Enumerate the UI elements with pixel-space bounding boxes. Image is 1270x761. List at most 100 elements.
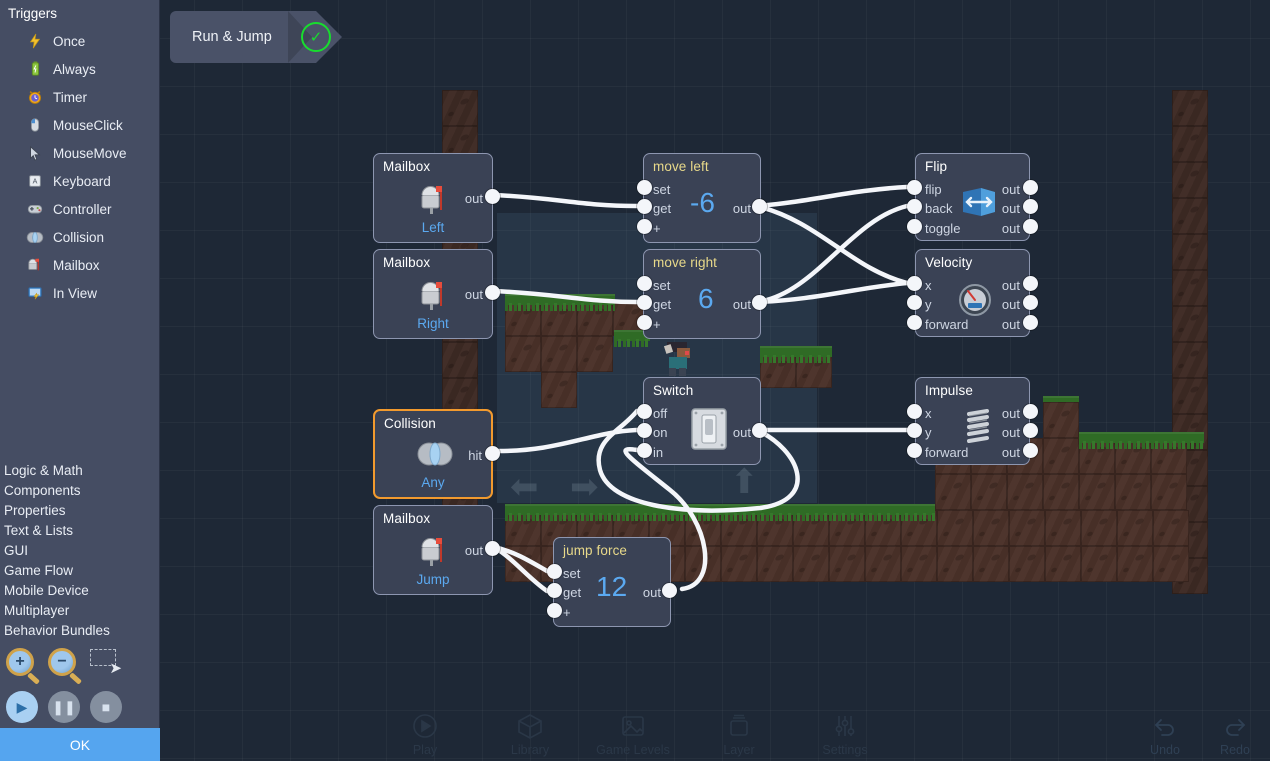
sidebar-category-game-flow[interactable]: Game Flow bbox=[0, 563, 160, 583]
bottom-item-layer[interactable]: Layer bbox=[694, 712, 784, 757]
sidebar-trigger-mailbox[interactable]: Mailbox bbox=[0, 251, 159, 279]
bottom-item-settings[interactable]: Settings bbox=[800, 712, 890, 757]
bottom-item-game-levels[interactable]: Game Levels bbox=[588, 712, 678, 757]
node-title: Flip bbox=[925, 159, 947, 174]
port-on[interactable] bbox=[637, 423, 652, 438]
sidebar-trigger-once[interactable]: Once bbox=[0, 27, 159, 55]
terrain-grass bbox=[505, 294, 615, 305]
port-out-3[interactable] bbox=[1023, 219, 1038, 234]
zoom-out-button[interactable]: − bbox=[48, 648, 76, 676]
app-root: ⬅ ➡ ⬆ bbox=[0, 0, 1270, 761]
node-collision[interactable]: Collision hit Any bbox=[373, 409, 493, 499]
redo-button[interactable]: Redo bbox=[1210, 716, 1260, 757]
port-y[interactable] bbox=[907, 423, 922, 438]
node-graph-canvas[interactable]: ⬅ ➡ ⬆ bbox=[160, 0, 1270, 761]
terrain-tile bbox=[1153, 510, 1189, 546]
layer-icon bbox=[725, 712, 753, 740]
port-out[interactable] bbox=[485, 285, 500, 300]
sidebar-trigger-label: Always bbox=[53, 62, 96, 77]
port-label-out: out bbox=[643, 586, 661, 599]
sidebar-category-components[interactable]: Components bbox=[0, 483, 160, 503]
node-move-left[interactable]: move left set get + -6 out bbox=[643, 153, 761, 243]
ok-button[interactable]: OK bbox=[0, 728, 160, 761]
node-switch[interactable]: Switch off on in out bbox=[643, 377, 761, 465]
sidebar-category-gui[interactable]: GUI bbox=[0, 543, 160, 563]
port-forward[interactable] bbox=[907, 443, 922, 458]
terrain-tile bbox=[1117, 546, 1153, 582]
port-off[interactable] bbox=[637, 404, 652, 419]
node-jump-force[interactable]: jump force set get + 12 out bbox=[553, 537, 671, 627]
port-set[interactable] bbox=[547, 564, 562, 579]
marquee-select-button[interactable]: ➤ bbox=[90, 649, 122, 675]
zoom-in-button[interactable]: + bbox=[6, 648, 34, 676]
port-out[interactable] bbox=[752, 423, 767, 438]
port-out[interactable] bbox=[752, 199, 767, 214]
port-get[interactable] bbox=[637, 199, 652, 214]
node-velocity[interactable]: Velocity x y forward out out out bbox=[915, 249, 1030, 337]
port-forward[interactable] bbox=[907, 315, 922, 330]
terrain-tile bbox=[1043, 438, 1079, 474]
sidebar-trigger-in-view[interactable]: In View bbox=[0, 279, 159, 307]
port-set[interactable] bbox=[637, 276, 652, 291]
port-out-2[interactable] bbox=[1023, 423, 1038, 438]
port-set[interactable] bbox=[637, 180, 652, 195]
pause-button[interactable]: ❚❚ bbox=[48, 691, 80, 723]
sidebar-trigger-controller[interactable]: Controller bbox=[0, 195, 159, 223]
stop-button[interactable]: ■ bbox=[90, 691, 122, 723]
port-out-1[interactable] bbox=[1023, 404, 1038, 419]
port-get[interactable] bbox=[547, 583, 562, 598]
port-plus[interactable] bbox=[637, 219, 652, 234]
sidebar-category-properties[interactable]: Properties bbox=[0, 503, 160, 523]
port-out[interactable] bbox=[662, 583, 677, 598]
sidebar-trigger-mouseclick[interactable]: MouseClick bbox=[0, 111, 159, 139]
undo-label: Undo bbox=[1150, 743, 1180, 757]
sidebar-category-logic-math[interactable]: Logic & Math bbox=[0, 463, 160, 483]
sidebar-trigger-keyboard[interactable]: AKeyboard bbox=[0, 167, 159, 195]
port-plus[interactable] bbox=[637, 315, 652, 330]
node-mailbox-jump[interactable]: Mailbox out Jump bbox=[373, 505, 493, 595]
undo-button[interactable]: Undo bbox=[1140, 716, 1190, 757]
node-mailbox-left[interactable]: Mailbox out Left bbox=[373, 153, 493, 243]
port-back[interactable] bbox=[907, 199, 922, 214]
port-label-out-3: out bbox=[1002, 446, 1020, 459]
port-in[interactable] bbox=[637, 443, 652, 458]
node-impulse[interactable]: Impulse x y forward out bbox=[915, 377, 1030, 465]
sidebar-category-behavior-bundles[interactable]: Behavior Bundles bbox=[0, 623, 160, 643]
play-button[interactable]: ▶ bbox=[6, 691, 38, 723]
port-plus[interactable] bbox=[547, 603, 562, 618]
stop-icon: ■ bbox=[102, 699, 110, 715]
port-hit[interactable] bbox=[485, 446, 500, 461]
node-move-right[interactable]: move right set get + 6 out bbox=[643, 249, 761, 339]
sidebar-trigger-collision[interactable]: Collision bbox=[0, 223, 159, 251]
port-y[interactable] bbox=[907, 295, 922, 310]
port-x[interactable] bbox=[907, 276, 922, 291]
sidebar-category-text-lists[interactable]: Text & Lists bbox=[0, 523, 160, 543]
port-out[interactable] bbox=[485, 189, 500, 204]
port-get[interactable] bbox=[637, 295, 652, 310]
port-out-1[interactable] bbox=[1023, 276, 1038, 291]
bottom-item-play[interactable]: Play bbox=[380, 712, 470, 757]
redo-label: Redo bbox=[1220, 743, 1250, 757]
check-circle-icon[interactable]: ✓ bbox=[301, 22, 331, 52]
sidebar-trigger-always[interactable]: Always bbox=[0, 55, 159, 83]
port-out[interactable] bbox=[752, 295, 767, 310]
node-mailbox-right[interactable]: Mailbox out Right bbox=[373, 249, 493, 339]
port-toggle[interactable] bbox=[907, 219, 922, 234]
bottom-item-library[interactable]: Library bbox=[485, 712, 575, 757]
sidebar-trigger-timer[interactable]: Timer bbox=[0, 83, 159, 111]
port-out-2[interactable] bbox=[1023, 199, 1038, 214]
port-x[interactable] bbox=[907, 404, 922, 419]
port-out-2[interactable] bbox=[1023, 295, 1038, 310]
port-out[interactable] bbox=[485, 541, 500, 556]
port-flip[interactable] bbox=[907, 180, 922, 195]
sidebar-trigger-mousemove[interactable]: MouseMove bbox=[0, 139, 159, 167]
sidebar-category-mobile-device[interactable]: Mobile Device bbox=[0, 583, 160, 603]
port-out-1[interactable] bbox=[1023, 180, 1038, 195]
tab-run-and-jump[interactable]: Run & Jump bbox=[170, 11, 316, 63]
node-flip[interactable]: Flip flip back toggle out out out bbox=[915, 153, 1030, 241]
node-value: 12 bbox=[596, 571, 627, 603]
sidebar-category-multiplayer[interactable]: Multiplayer bbox=[0, 603, 160, 623]
port-out-3[interactable] bbox=[1023, 443, 1038, 458]
port-out-3[interactable] bbox=[1023, 315, 1038, 330]
collision-icon bbox=[415, 441, 455, 472]
